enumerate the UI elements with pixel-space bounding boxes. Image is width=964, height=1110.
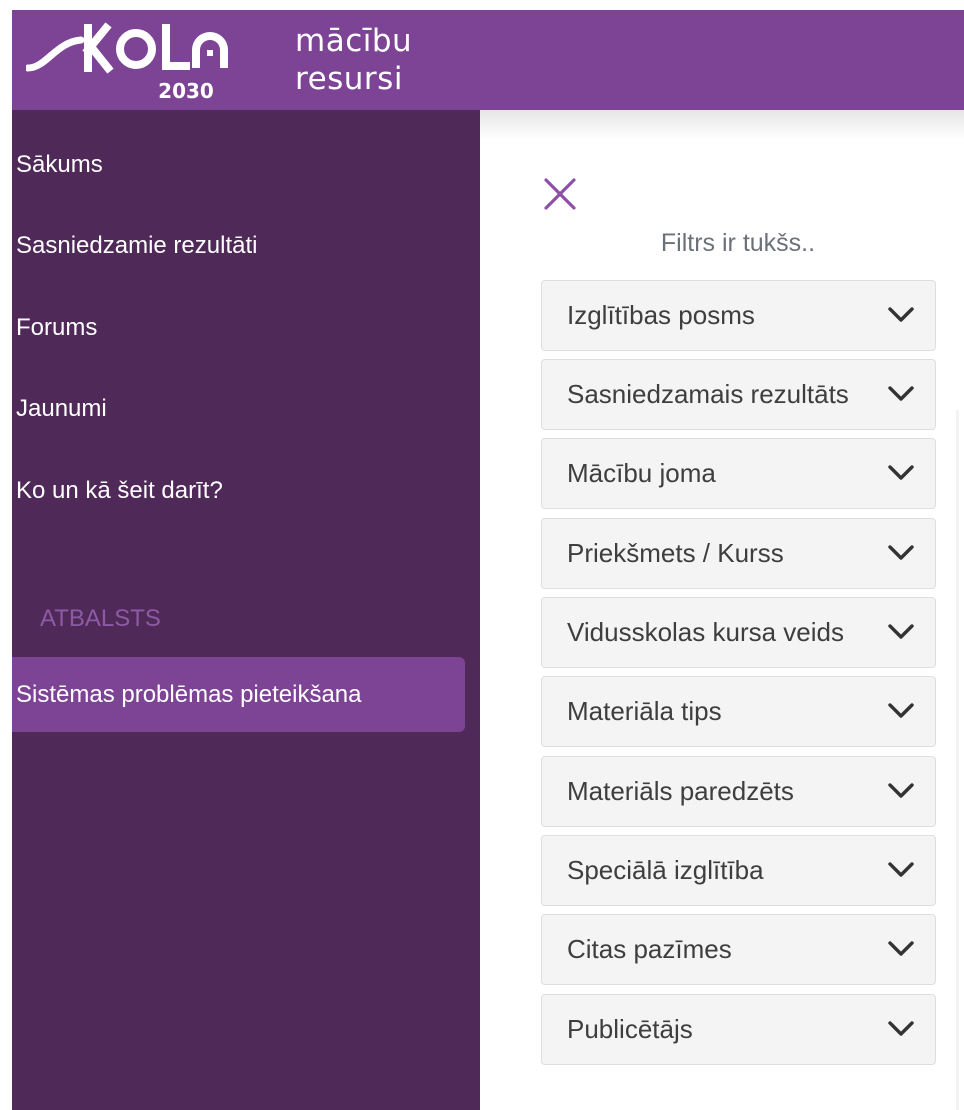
filter-label: Materiāls paredzēts [567,776,794,806]
filter-label: Priekšmets / Kurss [567,538,784,568]
filter-materiala-tips[interactable]: Materiāla tips [541,676,936,747]
filter-materials-paredzets[interactable]: Materiāls paredzēts [541,756,936,827]
svg-text:2030: 2030 [158,79,214,100]
sidebar: Sākums Sasniedzamie rezultāti Forums Jau… [12,110,480,1110]
section-label-atbalsts: ATBALSTS [40,605,161,632]
filter-sasniedzamais-rezultats[interactable]: Sasniedzamais rezultāts [541,359,936,430]
filter-speciala-izglitiba[interactable]: Speciālā izglītība [541,835,936,906]
filter-label: Izglītības posms [567,300,755,330]
chevron-down-icon [888,1021,914,1036]
filter-izglitibas-posms[interactable]: Izglītības posms [541,280,936,351]
chevron-down-icon [888,862,914,877]
chevron-down-icon [888,545,914,560]
header-shadow [480,110,964,140]
chevron-down-icon [888,941,914,956]
nav-item-sasniedzamie-rezultati[interactable]: Sasniedzamie rezultāti [16,231,257,261]
chevron-down-icon [888,703,914,718]
nav-item-jaunumi[interactable]: Jaunumi [16,394,107,424]
nav-item-system-problem-report[interactable]: Sistēmas problēmas pieteikšana [12,657,465,732]
filter-vidusskolas-kursa-veids[interactable]: Vidusskolas kursa veids [541,597,936,668]
subtitle-line-2: resursi [295,61,403,97]
filter-citas-pazimes[interactable]: Citas pazīmes [541,914,936,985]
nav-item-sakums[interactable]: Sākums [16,150,103,180]
filter-panel: Filtrs ir tukšs.. Izglītības posms Sasni… [480,110,964,1110]
filter-macibu-joma[interactable]: Mācību joma [541,438,936,509]
filter-label: Mācību joma [567,458,716,488]
filter-publicetajs[interactable]: Publicētājs [541,994,936,1065]
filter-empty-text: Filtrs ir tukšs.. [660,229,816,257]
skola-2030-logo[interactable]: 2030 [26,20,256,100]
filter-label: Vidusskolas kursa veids [567,617,844,647]
chevron-down-icon [888,465,914,480]
filter-label: Materiāla tips [567,696,722,726]
nav-item-ko-un-ka[interactable]: Ko un kā šeit darīt? [16,476,223,506]
chevron-down-icon [888,386,914,401]
chevron-down-icon [888,783,914,798]
filter-label: Citas pazīmes [567,934,732,964]
nav-item-forums[interactable]: Forums [16,313,97,343]
filter-prieksmets-kurss[interactable]: Priekšmets / Kurss [541,518,936,589]
chevron-down-icon [888,307,914,322]
chevron-down-icon [888,624,914,639]
close-icon[interactable] [542,176,578,212]
panel-edge [956,410,959,1110]
filter-label: Publicētājs [567,1014,693,1044]
filter-label: Sasniedzamais rezultāts [567,379,849,409]
site-subtitle: mācību resursi [295,22,412,98]
filter-label: Speciālā izglītība [567,855,764,885]
subtitle-line-1: mācību [295,23,413,59]
header: 2030 mācību resursi [12,10,964,110]
